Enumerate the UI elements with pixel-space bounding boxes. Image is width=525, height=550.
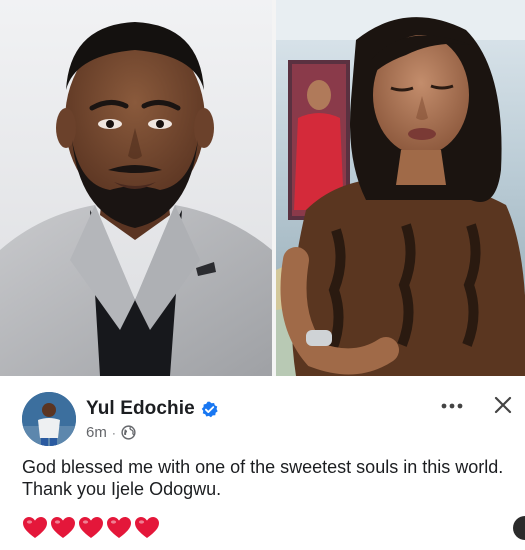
scroll-handle[interactable] [513,516,525,540]
red-heart-icon [106,516,132,540]
screenshot-frame: Yul Edochie 6m · God blessed me with one… [0,0,525,550]
facebook-post-card: Yul Edochie 6m · God blessed me with one… [0,376,525,550]
woman-video-image [276,0,525,376]
author-avatar[interactable] [22,392,76,446]
globe-icon [121,425,136,440]
photo-woman-video-still [276,0,525,376]
close-icon [494,396,512,414]
post-text-line: God blessed me with one of the sweetest … [22,457,504,477]
photo-man-portrait [0,0,272,376]
more-horizontal-icon [441,403,463,409]
heart-emoji-row [22,516,160,540]
close-button[interactable] [488,390,518,420]
meta-separator: · [111,425,116,440]
red-heart-icon [134,516,160,540]
more-options-button[interactable] [436,394,468,418]
red-heart-icon [50,516,76,540]
avatar-image [22,392,76,446]
post-text: God blessed me with one of the sweetest … [22,456,512,500]
post-meta: 6m · [86,424,136,441]
man-portrait-image [0,0,272,376]
post-text-line: Thank you Ijele Odogwu. [22,479,222,499]
post-timestamp[interactable]: 6m [86,424,107,441]
author-row: Yul Edochie [86,398,218,420]
red-heart-icon [22,516,48,540]
verified-badge-icon [201,401,218,418]
author-name[interactable]: Yul Edochie [86,398,195,420]
red-heart-icon [78,516,104,540]
